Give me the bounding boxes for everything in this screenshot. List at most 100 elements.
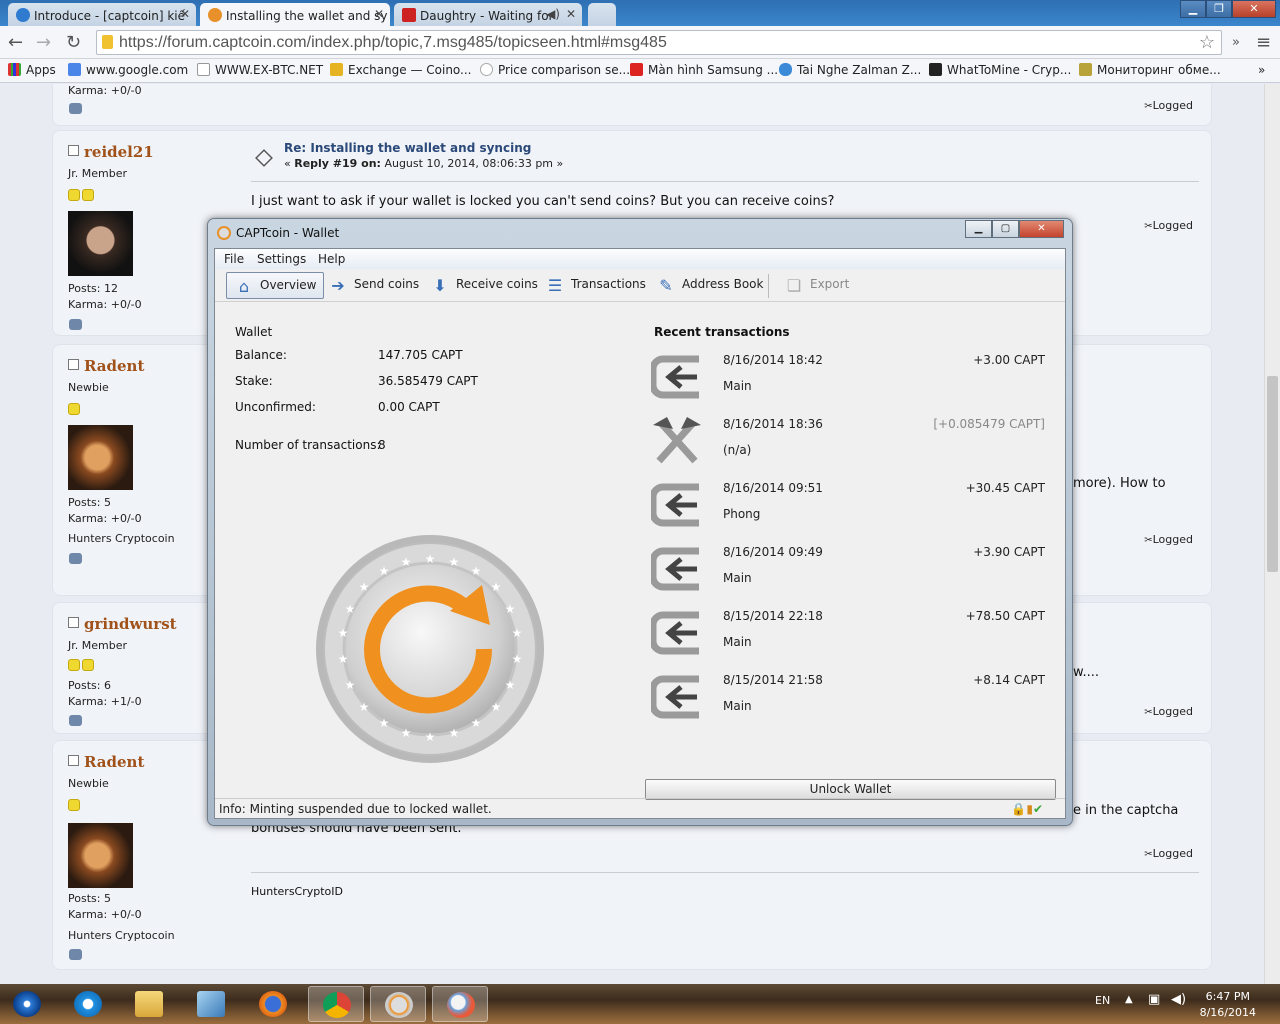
username-link[interactable]: reidel21	[68, 143, 154, 161]
reload-icon[interactable]: ↻	[66, 32, 81, 53]
wallet-section-label: Wallet	[235, 325, 273, 339]
profile-icon[interactable]	[69, 553, 82, 564]
unlock-wallet-button[interactable]: Unlock Wallet	[645, 779, 1056, 800]
samsung-icon	[630, 63, 643, 76]
tab-installing-wallet[interactable]: Installing the wallet and sy ✕	[200, 3, 390, 27]
transaction-row[interactable]: 8/16/2014 09:51 Phong +30.45 CAPT	[651, 477, 1051, 541]
menu-settings[interactable]: Settings	[257, 252, 306, 266]
close-tab-icon[interactable]: ✕	[374, 7, 384, 21]
username-link[interactable]: Radent	[68, 753, 144, 771]
transaction-row[interactable]: 8/15/2014 22:18 Main +78.50 CAPT	[651, 605, 1051, 669]
svg-text:★: ★	[359, 700, 370, 714]
karma-text: Karma: +0/-0	[68, 298, 142, 311]
tab-introduce[interactable]: Introduce - [captcoin] kiế ✕	[8, 3, 196, 26]
svg-text:★: ★	[345, 678, 356, 692]
tab-label: Installing the wallet and sy	[226, 9, 388, 23]
network-icon[interactable]: ▣	[1148, 992, 1160, 1007]
taskbar-firefox[interactable]	[245, 986, 301, 1022]
bookmark-label: Màn hình Samsung ...	[648, 63, 779, 77]
taskbar-ie[interactable]	[60, 986, 116, 1022]
bookmark-ex-btc[interactable]: WWW.EX-BTC.NET	[197, 63, 323, 77]
bookmark-google[interactable]: www.google.com	[68, 63, 188, 77]
transaction-row[interactable]: 8/15/2014 21:58 Main +8.14 CAPT	[651, 669, 1051, 733]
svg-text:★: ★	[338, 626, 349, 640]
tab-label: Export	[810, 277, 850, 291]
minimize-icon[interactable]: ▁	[1180, 0, 1206, 18]
bookmark-exchange[interactable]: Exchange — Coino...	[330, 63, 472, 77]
signature-divider	[251, 872, 1199, 873]
transaction-row[interactable]: 8/16/2014 18:36 (n/a) [+0.085479 CAPT]	[651, 413, 1051, 477]
meta-suffix: »	[553, 157, 564, 170]
menu-icon[interactable]: ≡	[1256, 32, 1271, 53]
tab-send-coins[interactable]: ➔ Send coins	[321, 272, 425, 299]
transaction-row[interactable]: 8/16/2014 18:42 Main +3.00 CAPT	[651, 349, 1051, 413]
maximize-icon[interactable]: ▢	[992, 220, 1019, 238]
extensions-chevron-icon[interactable]: »	[1232, 35, 1240, 50]
bookmark-apps[interactable]: Apps	[8, 63, 56, 77]
bookmark-label: Apps	[26, 63, 56, 77]
tab-address-book[interactable]: ✎ Address Book	[649, 272, 769, 299]
tab-daughtry[interactable]: Daughtry - Waiting for ◀) ✕	[394, 3, 582, 26]
svg-text:★: ★	[401, 726, 412, 740]
menu-file[interactable]: File	[224, 252, 244, 266]
post-count: Posts: 12	[68, 282, 118, 295]
tab-transactions[interactable]: ☰ Transactions	[538, 272, 652, 299]
page-icon	[480, 63, 493, 76]
bookmark-star-icon[interactable]: ☆	[1199, 32, 1215, 53]
start-button[interactable]	[2, 986, 52, 1022]
page-scrollbar[interactable]	[1264, 84, 1280, 984]
transactions-count-value: 8	[378, 438, 386, 452]
tab-receive-coins[interactable]: ⬇ Receive coins	[423, 272, 544, 299]
profile-icon[interactable]	[69, 949, 82, 960]
logged-label: Logged	[1144, 705, 1193, 718]
exchange-icon	[330, 63, 343, 76]
new-tab-button[interactable]	[588, 3, 616, 26]
close-tab-icon[interactable]: ✕	[566, 7, 576, 21]
system-clock[interactable]: 6:47 PM 8/16/2014	[1200, 989, 1256, 1021]
username-link[interactable]: grindwurst	[68, 615, 177, 633]
profile-icon[interactable]	[69, 319, 82, 330]
balance-label: Balance:	[235, 348, 287, 362]
folder-icon	[135, 991, 163, 1017]
minimize-icon[interactable]: ▁	[965, 220, 992, 238]
tab-overview[interactable]: ⌂ Overview	[226, 272, 324, 299]
bookmark-monitoring[interactable]: Мониторинг обме...	[1079, 63, 1221, 77]
volume-icon[interactable]: ◀)	[1171, 992, 1186, 1007]
show-hidden-icons-icon[interactable]: ▲	[1125, 994, 1133, 1005]
profile-icon[interactable]	[69, 103, 82, 114]
address-bar[interactable]: https://forum.captcoin.com/index.php/top…	[96, 30, 1222, 55]
username-link[interactable]: Radent	[68, 357, 144, 375]
transaction-row[interactable]: 8/16/2014 09:49 Main +3.90 CAPT	[651, 541, 1051, 605]
glasses-icon	[779, 63, 792, 76]
bookmark-whattomine[interactable]: WhatToMine - Cryp...	[929, 63, 1071, 77]
menu-help[interactable]: Help	[318, 252, 345, 266]
post-meta: « Reply #19 on: August 10, 2014, 08:06:3…	[284, 157, 563, 170]
close-tab-icon[interactable]: ✕	[180, 7, 190, 21]
post-subject-link[interactable]: Re: Installing the wallet and syncing	[284, 141, 531, 155]
taskbar-captcoin[interactable]	[370, 986, 426, 1022]
transaction-date: 8/15/2014 21:58	[723, 673, 823, 687]
bookmark-price-comparison[interactable]: Price comparison se...	[480, 63, 630, 77]
restore-icon[interactable]: ❐	[1206, 0, 1232, 18]
svg-text:★: ★	[359, 580, 370, 594]
close-icon[interactable]: ✕	[1019, 220, 1064, 238]
bookmark-zalman[interactable]: Tai Nghe Zalman Z...	[779, 63, 921, 77]
synced-check-icon: ✔	[1032, 802, 1043, 816]
taskbar-explorer[interactable]	[121, 986, 177, 1022]
home-icon: ⌂	[238, 277, 250, 296]
export-button[interactable]: ❏ Export	[777, 272, 855, 299]
taskbar-app[interactable]	[183, 986, 239, 1022]
svg-text:★: ★	[471, 564, 482, 578]
taskbar-paint[interactable]	[432, 986, 488, 1022]
scrollbar-thumb[interactable]	[1267, 376, 1278, 572]
forward-arrow-icon[interactable]: →	[36, 32, 51, 53]
language-indicator[interactable]: EN	[1095, 994, 1110, 1007]
taskbar-chrome[interactable]	[308, 986, 364, 1022]
windows-taskbar: EN ▲ ▣ ◀) 6:47 PM 8/16/2014	[0, 984, 1280, 1024]
profile-icon[interactable]	[69, 715, 82, 726]
bookmarks-more[interactable]: »	[1258, 63, 1265, 77]
bookmark-samsung[interactable]: Màn hình Samsung ...	[630, 63, 778, 77]
close-window-icon[interactable]: ✕	[1232, 0, 1276, 18]
back-arrow-icon[interactable]: ←	[8, 32, 23, 53]
status-icons: 🔒▮✔	[1011, 802, 1043, 816]
